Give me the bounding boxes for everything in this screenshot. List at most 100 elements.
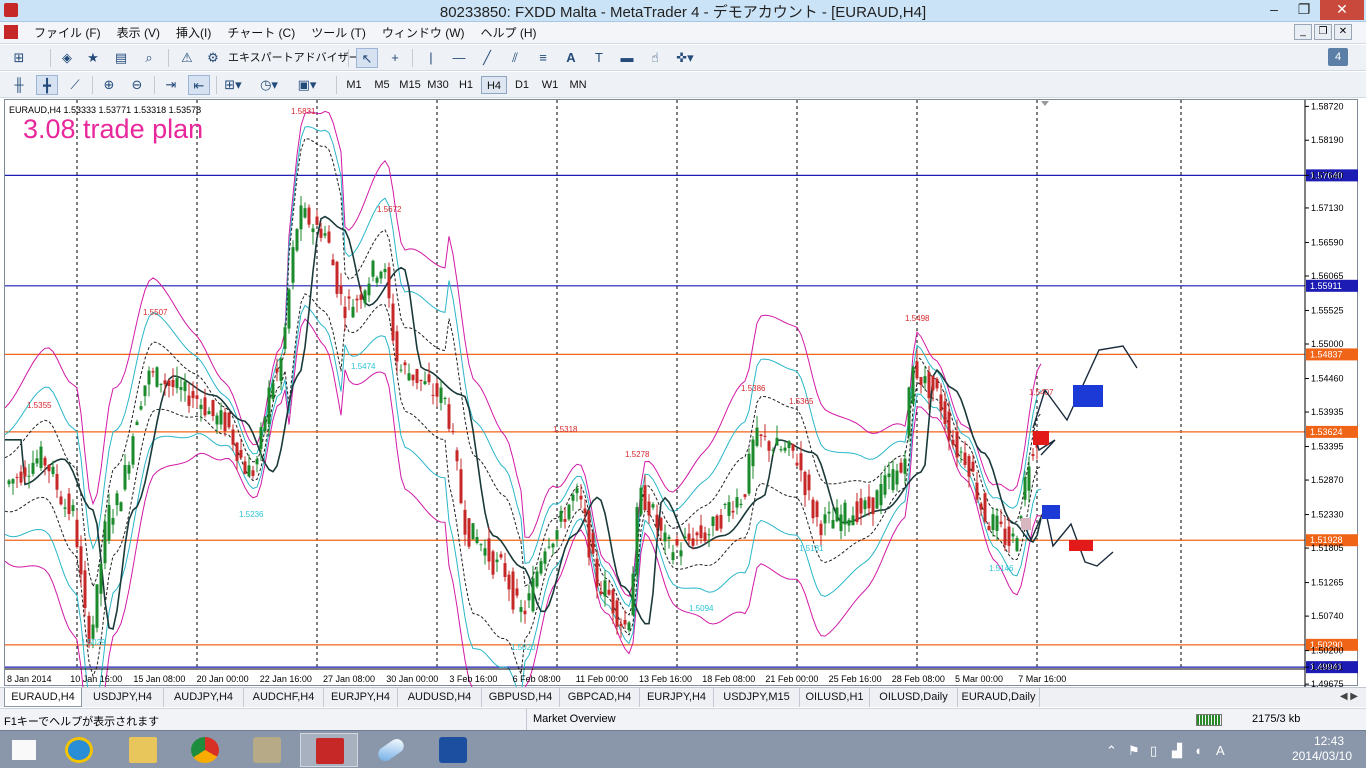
chart-tab[interactable]: EURAUD,H4 [4,688,82,707]
chart-shift-marker[interactable] [1041,101,1049,106]
taskbar-mt4[interactable] [424,733,482,767]
timeframe-m30[interactable]: M30 [425,76,451,94]
candle-body [831,519,835,529]
navigator-icon[interactable]: ★ [82,48,104,68]
menu-help[interactable]: ヘルプ (H) [473,25,545,41]
new-chart-icon[interactable]: ⊞ [8,48,30,68]
sell-entry-box[interactable] [1033,431,1049,445]
timeframe-m5[interactable]: M5 [369,76,395,94]
candle-body [483,548,487,556]
chart-tab[interactable]: AUDJPY,H4 [164,688,244,707]
bearish-scenario-path[interactable] [1020,505,1114,567]
price-tick-label: 1.49675 [1311,679,1344,687]
mdi-restore-button[interactable]: ❐ [1314,24,1332,40]
chart-tab[interactable]: GBPUSD,H4 [482,688,560,707]
windows-logo-icon [12,740,36,760]
maximize-button[interactable]: ❐ [1290,0,1318,20]
fibonacci-icon[interactable]: ≡ [532,48,554,68]
volume-icon[interactable]: ◖ [1194,743,1202,758]
chart-tab[interactable]: GBPCAD,H4 [560,688,640,707]
buy-target-box[interactable] [1073,385,1103,407]
horizontal-line-icon[interactable]: — [448,48,470,68]
clock-time[interactable]: 12:43 [1314,734,1344,748]
text-tool-button[interactable]: A [560,48,582,68]
bar-chart-icon[interactable]: ╫ [8,75,30,95]
taskbar-ie[interactable] [50,733,108,767]
expert-advisor-icon[interactable]: ⚙ [202,48,224,68]
menu-insert[interactable]: 挿入(I) [168,25,219,41]
expert-advisor-button[interactable]: エキスパートアドバイザー [226,48,362,68]
timeframe-w1[interactable]: W1 [537,76,563,94]
new-order-icon[interactable]: ⚠ [176,48,198,68]
document-icon[interactable] [4,25,18,39]
timeframe-m1[interactable]: M1 [341,76,367,94]
candlestick-icon[interactable]: ╋ [36,75,58,95]
taskbar-tool[interactable] [238,733,296,767]
text-label-icon[interactable]: T [588,48,610,68]
rectangle-icon[interactable]: ▬ [616,48,638,68]
price-chart[interactable]: 1.576401.559111.548371.536241.519281.502… [5,100,1359,687]
timeframe-h1[interactable]: H1 [453,76,479,94]
menu-file[interactable]: ファイル (F) [26,25,109,41]
chart-tab[interactable]: AUDCHF,H4 [244,688,324,707]
crosshair-tool-icon[interactable]: + [384,48,406,68]
close-button[interactable]: ✕ [1320,0,1364,20]
menu-view[interactable]: 表示 (V) [109,25,168,41]
taskbar-explorer[interactable] [114,733,172,767]
chart-tab[interactable]: EURJPY,H4 [324,688,398,707]
trendline-icon[interactable]: ╱ [476,48,498,68]
taskbar-chrome[interactable] [176,733,234,767]
trade-plan-annotation[interactable]: 3.08 trade plan [23,114,203,144]
chart-tab[interactable]: AUDUSD,H4 [398,688,482,707]
tab-scroll-arrows[interactable]: ◀ ▶ [1340,691,1358,702]
timeframe-d1[interactable]: D1 [509,76,535,94]
network-icon[interactable]: ▟ [1172,743,1182,759]
terminal-icon[interactable]: ▤ [110,48,132,68]
battery-icon[interactable]: ▯ [1150,743,1157,759]
timeframe-h4[interactable]: H4 [481,76,507,94]
chart-tab[interactable]: USDJPY,M15 [714,688,800,707]
market-watch-icon[interactable]: ◈ [56,48,78,68]
candle-body [787,441,791,449]
chart-window[interactable]: 1.57640 1.55911 1.54837 1.53624 1.51928 1.502… [4,99,1359,687]
tray-expand-icon[interactable]: ⌃ [1106,743,1117,759]
menu-tools[interactable]: ツール (T) [303,25,374,41]
clock-date[interactable]: 2014/03/10 [1292,749,1352,763]
menu-chart[interactable]: チャート (C) [219,25,303,41]
minimize-button[interactable]: – [1260,0,1288,20]
candle-body [159,383,163,385]
chart-tab[interactable]: EURAUD,Daily [958,688,1040,707]
candle-body [255,458,259,465]
candle-body [547,546,551,548]
vertical-line-icon[interactable]: | [420,48,442,68]
line-chart-icon[interactable]: ⟋ [64,75,86,95]
sell-target-box[interactable] [1069,540,1093,551]
chart-tab[interactable]: OILUSD,Daily [870,688,958,707]
flag-icon[interactable]: ⚑ [1128,743,1140,759]
indicators-icon[interactable]: ⊞▾ [222,75,244,95]
cursor-tool-icon[interactable]: ↖ [356,48,378,68]
auto-scroll-icon[interactable]: ⇥ [160,75,182,95]
timeframe-m15[interactable]: M15 [397,76,423,94]
arrows-icon[interactable]: ☝ [644,48,666,68]
zoom-out-icon[interactable]: ⊖ [126,75,148,95]
templates-icon[interactable]: ▣▾ [296,75,318,95]
mdi-close-button[interactable]: ✕ [1334,24,1352,40]
taskbar-fxdd[interactable] [300,733,358,767]
more-objects-icon[interactable]: ✜▾ [674,48,696,68]
chart-tab[interactable]: OILUSD,H1 [800,688,870,707]
periods-icon[interactable]: ◷▾ [258,75,280,95]
chart-shift-icon[interactable]: ⇤ [188,75,210,95]
taskbar-pill[interactable] [362,733,420,767]
buy-entry-box[interactable] [1042,505,1060,519]
chart-tab[interactable]: USDJPY,H4 [82,688,164,707]
zoom-in-icon[interactable]: ⊕ [98,75,120,95]
candle-body [903,458,907,474]
chart-tab[interactable]: EURJPY,H4 [640,688,714,707]
equidistant-channel-icon[interactable]: ⫽ [504,48,526,68]
menu-window[interactable]: ウィンドウ (W) [374,25,473,41]
strategy-tester-icon[interactable]: ⌕ [138,48,160,68]
timeframe-mn[interactable]: MN [565,76,591,94]
mdi-minimize-button[interactable]: _ [1294,24,1312,40]
ime-indicator[interactable]: A [1216,743,1225,758]
